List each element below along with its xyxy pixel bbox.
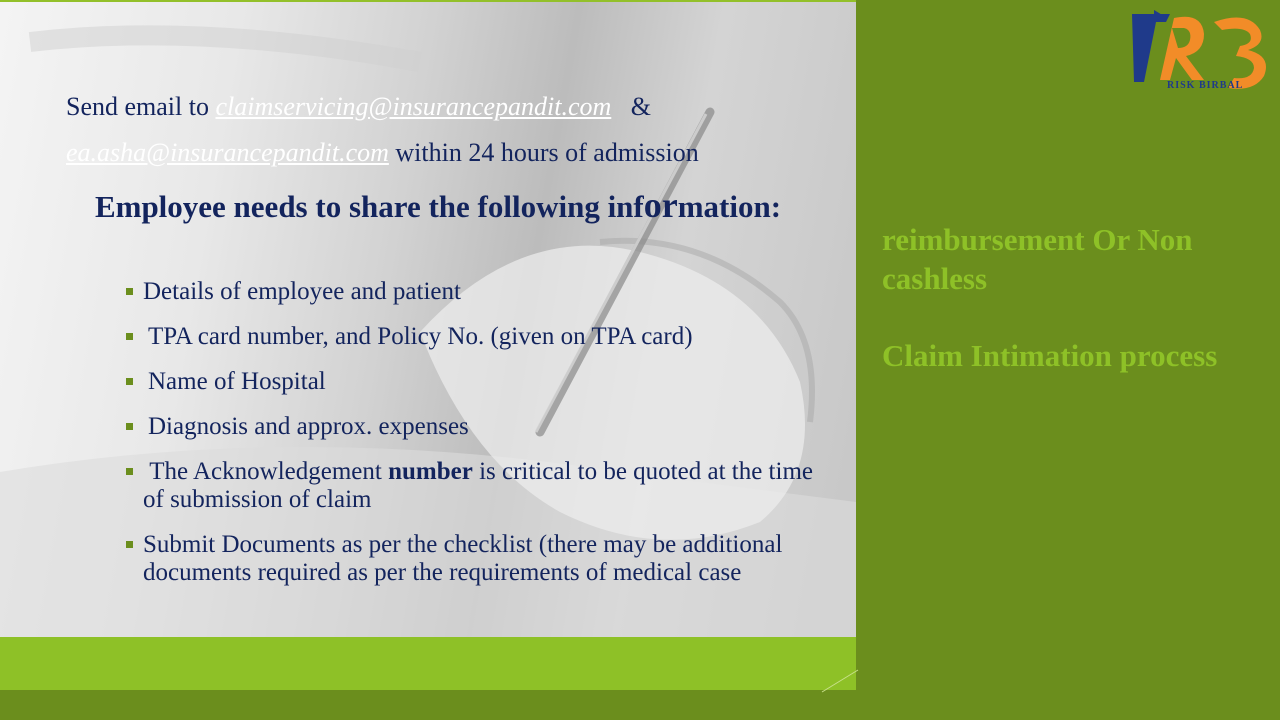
email-instruction-line-1: Send email to claimservicing@insurancepa… (66, 92, 651, 122)
side-title-reimbursement: reimbursement Or Non cashless (882, 222, 1193, 296)
square-bullet-icon (126, 378, 133, 385)
corner-accent-line (821, 669, 859, 693)
email-instruction-line-2: ea.asha@insurancepandit.com within 24 ho… (66, 138, 699, 168)
slide-content: Send email to claimservicing@insurancepa… (0, 0, 856, 637)
square-bullet-icon (126, 423, 133, 430)
square-bullet-icon (126, 468, 133, 475)
claim-servicing-email-link[interactable]: claimservicing@insurancepandit.com (215, 92, 611, 121)
info-bullet-list: Details of employee and patient TPA card… (126, 278, 816, 604)
list-item: TPA card number, and Policy No. (given o… (126, 323, 816, 351)
list-item: The Acknowledgement number is critical t… (126, 458, 816, 514)
section-heading: Employee needs to share the following in… (94, 185, 782, 225)
ea-asha-email-link[interactable]: ea.asha@insurancepandit.com (66, 138, 389, 167)
within-24-hours-text: within 24 hours of admission (395, 138, 699, 167)
list-item: Name of Hospital (126, 368, 816, 396)
logo-wordmark: RISK BIRBAL (1167, 80, 1244, 91)
send-email-label: Send email to (66, 92, 209, 121)
square-bullet-icon (126, 541, 133, 548)
green-footer-band (0, 637, 856, 690)
side-title-claim-intimation: Claim Intimation process (882, 338, 1218, 373)
list-item: Details of employee and patient (126, 278, 816, 306)
ampersand: & (630, 92, 652, 121)
square-bullet-icon (126, 288, 133, 295)
list-item: Diagnosis and approx. expenses (126, 413, 816, 441)
square-bullet-icon (126, 333, 133, 340)
list-item: Submit Documents as per the checklist (t… (126, 531, 816, 587)
